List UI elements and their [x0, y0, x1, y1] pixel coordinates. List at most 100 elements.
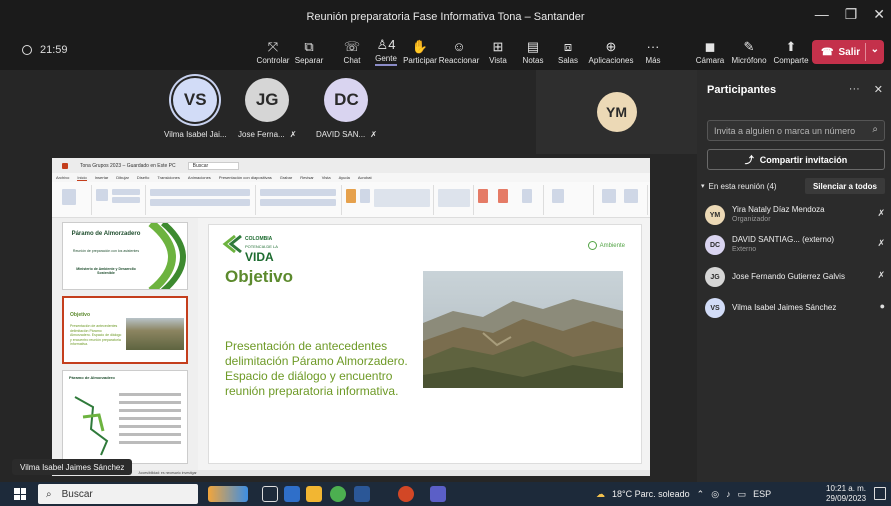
weather-text[interactable]: 18°C Parc. soleado: [612, 489, 690, 499]
powerpoint-app-icon: [62, 162, 68, 169]
notification-icon[interactable]: [874, 487, 886, 500]
chevron-up-icon[interactable]: ⌃: [697, 489, 705, 500]
timer-icon: [22, 45, 32, 55]
participant-tile[interactable]: JG Jose Ferna... ✗: [238, 78, 296, 139]
participant-role: Externo: [732, 246, 757, 253]
control-icon: ⤧: [267, 38, 279, 54]
participant-tiles: VS Vilma Isabel Jai... JG Jose Ferna... ✗…: [0, 70, 697, 154]
invite-input[interactable]: [714, 124, 860, 138]
ministry-logo: Ambiente: [587, 241, 625, 250]
slide-body: Presentación de antecedentes delimitació…: [225, 339, 408, 398]
network-icon[interactable]: ◎: [711, 489, 719, 500]
mic-off-icon: ✎: [743, 38, 755, 54]
battery-icon[interactable]: ▭: [738, 489, 747, 500]
popout-button[interactable]: ⧉ Separar: [291, 36, 327, 68]
mic-off-icon: ✗: [877, 208, 885, 218]
camera-button[interactable]: ◼ Cámara: [693, 36, 727, 68]
participant-tile[interactable]: DC DAVID SAN... ✗: [316, 78, 377, 139]
microphone-button[interactable]: ✎ Micrófono: [727, 36, 771, 68]
spotlight-tile[interactable]: YM: [536, 70, 697, 154]
search-icon: ⌕: [46, 488, 52, 500]
invite-field[interactable]: ⌕: [707, 120, 885, 141]
participant-tile[interactable]: VS Vilma Isabel Jai...: [164, 78, 227, 139]
participant-row[interactable]: DC DAVID SANTIAG... (externo) Externo ✗: [705, 232, 889, 258]
react-icon: ☺: [452, 38, 466, 54]
powerpoint-statusbar: Diapositiva 2 de 27 Español (Colombia) A…: [52, 470, 650, 476]
participants-panel: Participantes ··· ✕ ⌕ ⤴ Compartir invita…: [697, 70, 891, 482]
tile-name: Jose Ferna...: [238, 130, 285, 139]
apps-button[interactable]: ⊕ Aplicaciones: [585, 36, 637, 68]
system-tray: ☁ 18°C Parc. soleado ⌃ ◎ ♪ ▭ ESP: [596, 482, 771, 506]
participant-row[interactable]: VS Vilma Isabel Jaimes Sánchez ●: [705, 295, 889, 321]
search-box[interactable]: Buscar: [187, 161, 240, 170]
slide-photo: [126, 318, 184, 350]
view-icon: ⊞: [492, 38, 504, 54]
leave-button[interactable]: ☎ Salir ⌄: [812, 40, 884, 64]
powerpoint-icon[interactable]: [398, 486, 414, 502]
share-invite-button[interactable]: ⤴ Compartir invitación: [707, 149, 885, 170]
more-icon: ···: [646, 38, 660, 54]
close-button[interactable]: ✕: [873, 6, 885, 23]
participant-name: Vilma Isabel Jaimes Sánchez: [732, 303, 837, 312]
elapsed-time: 21:59: [40, 44, 68, 56]
mute-all-button[interactable]: Silenciar a todos: [804, 178, 885, 194]
raise-hand-button[interactable]: ✋ Participar: [403, 36, 437, 68]
chevron-down-icon[interactable]: ⌄: [871, 44, 879, 55]
people-icon: ♙4: [376, 37, 396, 52]
phone-icon: ☎: [821, 46, 834, 58]
slide-thumbnail[interactable]: Páramo de Almorzadero Reunión de prepara…: [62, 222, 188, 290]
avatar: VS: [173, 78, 218, 122]
window-titlebar: Reunión preparatoria Fase Informativa To…: [0, 0, 891, 34]
slide-photo: [423, 271, 623, 388]
people-button[interactable]: ♙4 Gente: [369, 36, 403, 68]
windows-start-icon[interactable]: [14, 488, 26, 500]
file-explorer-icon[interactable]: [306, 486, 322, 502]
ribbon: [52, 182, 650, 218]
slide-thumbnails: Páramo de Almorzadero Reunión de prepara…: [52, 218, 198, 470]
more-options-icon[interactable]: ···: [849, 83, 860, 96]
view-button[interactable]: ⊞ Vista: [481, 36, 515, 68]
taskbar-search[interactable]: ⌕ Buscar: [38, 484, 198, 504]
participant-row[interactable]: JG Jose Fernando Gutierrez Galvis ✗: [705, 264, 889, 290]
shared-screen[interactable]: Tona Grupos 2023 – Guardado en Este PC B…: [52, 158, 650, 476]
chat-button[interactable]: ☏ Chat: [335, 36, 369, 68]
word-icon[interactable]: [354, 486, 370, 502]
in-meeting-section[interactable]: ▾ En esta reunión (4) Silenciar a todos: [697, 178, 891, 194]
share-icon: ⤴: [744, 155, 754, 165]
restore-button[interactable]: ❐: [845, 6, 858, 23]
close-panel-icon[interactable]: ✕: [874, 83, 883, 96]
teams-icon[interactable]: [430, 486, 446, 502]
control-button[interactable]: ⤧ Controlar: [255, 36, 291, 68]
avatar: VS: [705, 298, 725, 318]
raise-hand-icon: ✋: [411, 38, 429, 54]
notes-button[interactable]: ▤ Notas: [515, 36, 551, 68]
minimize-button[interactable]: —: [815, 6, 829, 23]
clock[interactable]: 10:21 a. m. 29/09/2023: [826, 484, 866, 504]
tile-name: Vilma Isabel Jai...: [164, 130, 227, 139]
toolbar-actions: ⤧ Controlar ⧉ Separar ☏ Chat ♙4 Gente ✋ …: [255, 36, 669, 68]
slide-thumbnail[interactable]: Páramo de Almorzadero: [62, 370, 188, 464]
mic-off-icon: ✗: [877, 270, 885, 280]
chrome-icon[interactable]: [330, 486, 346, 502]
participant-row[interactable]: YM Yira Nataly Díaz Mendoza Organizador …: [705, 202, 889, 228]
react-button[interactable]: ☺ Reaccionar: [437, 36, 481, 68]
tile-name: DAVID SAN...: [316, 130, 366, 139]
files-app-icon[interactable]: [284, 486, 300, 502]
task-view-icon[interactable]: [262, 486, 278, 502]
share-screen-button[interactable]: ⬆ Comparte: [771, 36, 811, 68]
notes-icon: ▤: [526, 38, 540, 54]
window-controls: — ❐ ✕: [815, 6, 885, 23]
ministry-seal-icon: [587, 241, 597, 250]
current-slide[interactable]: COLOMBIA POTENCIA DE LA VIDA Ambiente Ob…: [208, 224, 642, 464]
taskbar-widget-icon[interactable]: [208, 486, 248, 502]
volume-icon[interactable]: ♪: [726, 489, 731, 499]
windows-taskbar: ⌕ Buscar ☁ 18°C Parc. soleado ⌃ ◎ ♪ ▭ ES…: [0, 482, 891, 506]
rooms-button[interactable]: ⧈ Salas: [551, 36, 585, 68]
avatar: DC: [324, 78, 369, 122]
search-icon: ⌕: [872, 124, 878, 135]
more-button[interactable]: ··· Más: [637, 36, 669, 68]
participant-name: Jose Fernando Gutierrez Galvis: [732, 272, 845, 281]
presenter-label: Vilma Isabel Jaimes Sánchez: [12, 459, 133, 475]
lang-indicator[interactable]: ESP: [753, 489, 771, 499]
slide-thumbnail-active[interactable]: Objetivo Presentación de antecedentes de…: [62, 296, 188, 364]
